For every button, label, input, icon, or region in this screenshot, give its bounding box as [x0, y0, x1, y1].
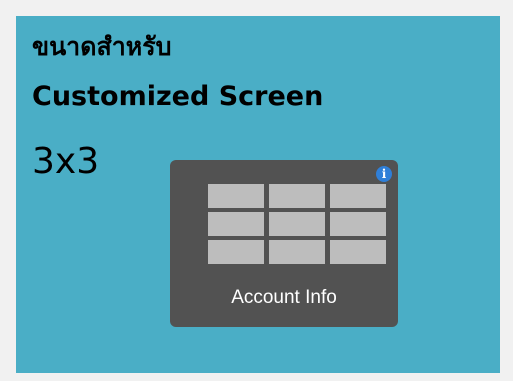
grid-cell — [330, 212, 386, 236]
grid-cell — [269, 184, 325, 208]
title-thai: ขนาดสำหรับ — [32, 32, 172, 61]
grid-cell — [208, 212, 264, 236]
grid-cell — [330, 240, 386, 264]
widget-label: Account Info — [231, 287, 337, 308]
grid-cell — [330, 184, 386, 208]
grid-cell — [208, 184, 264, 208]
grid-cell — [269, 240, 325, 264]
size-label: 3x3 — [32, 141, 100, 182]
grid-cell — [208, 240, 264, 264]
account-info-widget[interactable]: Account Info i — [170, 160, 398, 327]
widget-grid-icon — [208, 184, 386, 264]
title-customized-screen: Customized Screen — [32, 81, 324, 112]
grid-cell — [269, 212, 325, 236]
info-icon[interactable]: i — [376, 166, 392, 182]
